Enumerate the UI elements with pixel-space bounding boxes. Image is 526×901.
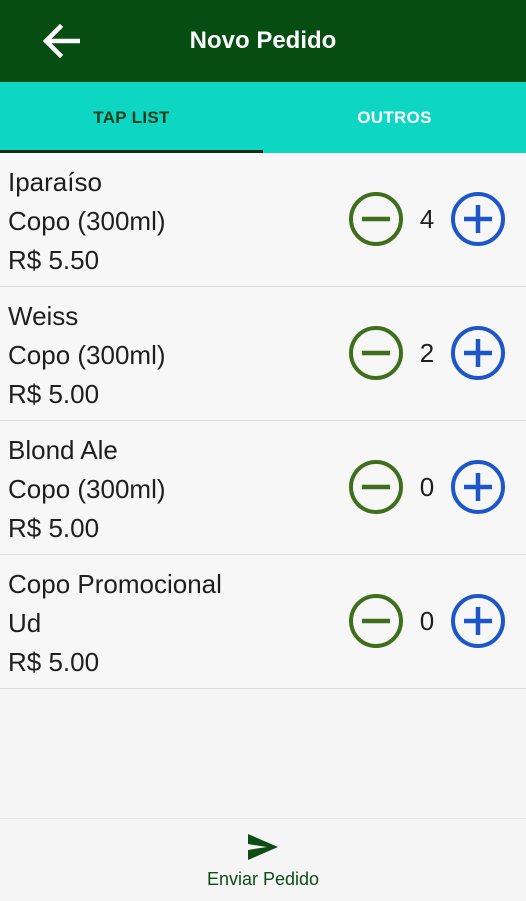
bottom-bar: Enviar Pedido bbox=[0, 818, 526, 901]
item-price: R$ 5.00 bbox=[8, 647, 100, 677]
item-size: Copo (300ml) bbox=[8, 206, 166, 236]
quantity-value: 4 bbox=[419, 203, 435, 234]
item-size: Copo (300ml) bbox=[8, 474, 166, 504]
item-info: Weiss Copo (300ml) R$ 5.00 bbox=[8, 297, 166, 414]
page-title: Novo Pedido bbox=[189, 27, 337, 54]
tab-tap-list[interactable]: TAP LIST bbox=[0, 82, 263, 153]
tab-bar: TAP LIST OUTROS bbox=[0, 82, 526, 153]
plus-circle-icon[interactable] bbox=[450, 459, 506, 515]
send-icon bbox=[248, 834, 278, 860]
item-price: R$ 5.00 bbox=[8, 379, 100, 409]
minus-circle-icon[interactable] bbox=[348, 325, 404, 381]
plus-circle-icon[interactable] bbox=[450, 191, 506, 247]
item-name: Copo Promocional bbox=[8, 569, 222, 599]
minus-circle-icon[interactable] bbox=[348, 191, 404, 247]
item-name: Iparaíso bbox=[8, 167, 102, 197]
list-item: Blond Ale Copo (300ml) R$ 5.00 0 bbox=[0, 421, 526, 555]
plus-circle-icon[interactable] bbox=[450, 325, 506, 381]
quantity-stepper: 2 bbox=[348, 325, 506, 381]
item-price: R$ 5.00 bbox=[8, 513, 100, 543]
plus-circle-icon[interactable] bbox=[450, 593, 506, 649]
send-order-button[interactable]: Enviar Pedido bbox=[185, 819, 341, 901]
quantity-value: 0 bbox=[419, 605, 435, 636]
quantity-value: 2 bbox=[419, 337, 435, 368]
quantity-value: 0 bbox=[419, 471, 435, 502]
item-info: Copo Promocional Ud R$ 5.00 bbox=[8, 565, 222, 682]
item-info: Iparaíso Copo (300ml) R$ 5.50 bbox=[8, 163, 166, 280]
item-price: R$ 5.50 bbox=[8, 245, 100, 275]
tab-label: OUTROS bbox=[357, 107, 432, 127]
minus-circle-icon[interactable] bbox=[348, 459, 404, 515]
list-item: Iparaíso Copo (300ml) R$ 5.50 4 bbox=[0, 153, 526, 287]
item-name: Blond Ale bbox=[8, 435, 118, 465]
tab-outros[interactable]: OUTROS bbox=[263, 82, 526, 153]
minus-circle-icon[interactable] bbox=[348, 593, 404, 649]
item-info: Blond Ale Copo (300ml) R$ 5.00 bbox=[8, 431, 166, 548]
item-size: Ud bbox=[8, 608, 42, 638]
app-bar: Novo Pedido bbox=[0, 0, 526, 82]
item-name: Weiss bbox=[8, 301, 79, 331]
quantity-stepper: 0 bbox=[348, 593, 506, 649]
quantity-stepper: 0 bbox=[348, 459, 506, 515]
list-item: Copo Promocional Ud R$ 5.00 0 bbox=[0, 555, 526, 689]
quantity-stepper: 4 bbox=[348, 191, 506, 247]
tab-label: TAP LIST bbox=[93, 107, 170, 127]
send-order-label: Enviar Pedido bbox=[206, 869, 320, 889]
product-list: Iparaíso Copo (300ml) R$ 5.50 4 Weiss Co… bbox=[0, 153, 526, 689]
list-item: Weiss Copo (300ml) R$ 5.00 2 bbox=[0, 287, 526, 421]
item-size: Copo (300ml) bbox=[8, 340, 166, 370]
